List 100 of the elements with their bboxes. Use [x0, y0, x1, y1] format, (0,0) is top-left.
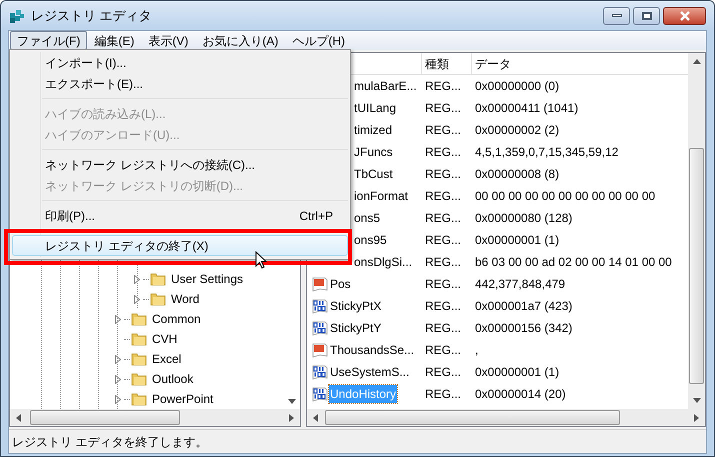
value-data: 442,377,848,479 [474, 276, 566, 293]
column-header[interactable]: データ [472, 53, 688, 74]
close-button[interactable] [663, 6, 706, 24]
menu-item[interactable]: お気に入り(A) [195, 31, 286, 50]
value-name[interactable]: timized [353, 121, 394, 139]
value-data: 0x00000080 (128) [474, 210, 572, 227]
column-header[interactable]: 種類 [422, 53, 472, 74]
value-name[interactable]: StickyPtX [329, 297, 382, 315]
value-data: , [474, 342, 478, 359]
minimize-button[interactable] [603, 6, 630, 24]
tree-item[interactable]: User Settings [170, 270, 244, 288]
status-text: レジストリ エディタを終了します。 [12, 434, 208, 450]
value-data: 0x00000411 (1041) [474, 100, 578, 117]
tree-item[interactable]: Word [170, 290, 200, 308]
vertical-scrollbar[interactable] [688, 53, 705, 409]
folder-icon [131, 351, 147, 367]
value-data: 0x00000002 (2) [474, 122, 560, 139]
folder-icon [131, 371, 147, 387]
string-value-icon [312, 276, 328, 292]
value-name[interactable]: ons95 [353, 231, 388, 249]
tree-item[interactable]: CVH [151, 330, 178, 348]
value-type: REG... [424, 342, 462, 359]
window-title: レジストリ エディタ [31, 6, 152, 25]
expand-arrow-icon[interactable] [115, 394, 121, 404]
value-name[interactable]: ThousandsSe... [329, 341, 416, 359]
menu-option[interactable]: エクスポート(E)... [12, 73, 348, 94]
folder-icon [131, 331, 147, 347]
value-name[interactable]: UseSystemS... [329, 363, 410, 381]
menu-item[interactable]: 表示(V) [141, 31, 196, 50]
value-type: REG... [424, 254, 462, 271]
value-name[interactable]: TbCust [353, 165, 394, 183]
value-data: 0x00000001 (1) [474, 232, 560, 249]
expand-arrow-icon[interactable] [115, 374, 121, 384]
value-name[interactable]: tUILang [353, 99, 398, 117]
menu-item[interactable]: 編集(E) [87, 31, 142, 50]
value-type: REG... [424, 320, 462, 337]
value-data: 0x00000008 (8) [474, 166, 560, 183]
value-name[interactable]: mulaBarE... [353, 77, 418, 95]
value-data: 0x00000156 (342) [474, 320, 572, 337]
expand-arrow-icon[interactable] [134, 294, 140, 304]
horizontal-scrollbar[interactable] [10, 409, 300, 426]
tree-item[interactable]: Excel [151, 350, 182, 368]
value-type: REG... [424, 166, 462, 183]
value-name[interactable]: ionFormat [353, 187, 410, 205]
value-data: 0x00000000 (0) [474, 78, 560, 95]
menu-item[interactable]: ヘルプ(H) [285, 31, 352, 50]
value-name[interactable]: JFuncs [353, 143, 394, 161]
value-type: REG... [424, 122, 462, 139]
value-type: REG... [424, 364, 462, 381]
scrollbar-thumb[interactable] [689, 148, 704, 384]
expand-arrow-icon[interactable] [134, 274, 140, 284]
value-data: 0x00000014 (20) [474, 386, 566, 403]
tree-item[interactable]: PowerPoint [151, 390, 214, 408]
binary-value-icon [312, 298, 328, 314]
value-type: REG... [424, 386, 462, 403]
scroll-arrow-icon[interactable] [692, 59, 700, 64]
value-data: b6 03 00 00 ad 02 00 00 14 01 00 00 [474, 254, 672, 271]
folder-icon [131, 311, 147, 327]
menu-option[interactable]: レジストリ エディタの終了(X) [12, 235, 348, 256]
value-type: REG... [424, 144, 462, 161]
value-type: REG... [424, 232, 462, 249]
value-data: 00 00 00 00 00 00 00 00 00 00 00 [474, 188, 656, 205]
tree-item[interactable]: Outlook [151, 370, 194, 388]
value-name[interactable]: onsDlgSi... [353, 253, 414, 271]
binary-value-icon [312, 364, 328, 380]
value-type: REG... [424, 78, 462, 95]
scroll-arrow-icon[interactable] [288, 399, 296, 404]
value-name[interactable]: ons5 [353, 209, 382, 227]
value-type: REG... [424, 298, 462, 315]
expand-arrow-icon[interactable] [115, 354, 121, 364]
folder-icon [150, 291, 166, 307]
scroll-arrow-icon[interactable] [692, 398, 700, 403]
tree-item[interactable]: Common [151, 310, 202, 328]
value-name[interactable]: StickyPtY [329, 319, 382, 337]
app-icon [9, 8, 25, 24]
value-type: REG... [424, 188, 462, 205]
maximize-button[interactable] [633, 6, 660, 24]
value-name[interactable]: Pos [329, 275, 352, 293]
scroll-arrow-icon[interactable] [694, 414, 699, 422]
value-data: 4,5,1,359,0,7,15,345,59,12 [474, 144, 618, 161]
menu-option[interactable]: インポート(I)... [12, 52, 348, 73]
close-icon [678, 10, 690, 20]
expand-arrow-icon[interactable] [115, 314, 121, 324]
horizontal-scrollbar[interactable] [307, 409, 705, 426]
binary-value-icon [312, 320, 328, 336]
scroll-arrow-icon[interactable] [16, 414, 21, 422]
value-data: 0x00000001 (1) [474, 364, 560, 381]
menu-option[interactable]: 印刷(P)... Ctrl+P [12, 205, 348, 226]
scroll-arrow-icon[interactable] [289, 414, 294, 422]
string-value-icon [312, 342, 328, 358]
binary-value-icon [312, 386, 328, 402]
value-type: REG... [424, 276, 462, 293]
menu-item[interactable]: ファイル(F) [10, 31, 88, 50]
folder-icon [150, 271, 166, 287]
menu-option[interactable]: ネットワーク レジストリへの接続(C)... [12, 154, 348, 175]
value-type: REG... [424, 210, 462, 227]
scrollbar-thumb[interactable] [325, 410, 620, 425]
mouse-pointer-icon [255, 251, 267, 269]
scroll-arrow-icon[interactable] [313, 414, 318, 422]
scrollbar-thumb[interactable] [30, 410, 180, 425]
